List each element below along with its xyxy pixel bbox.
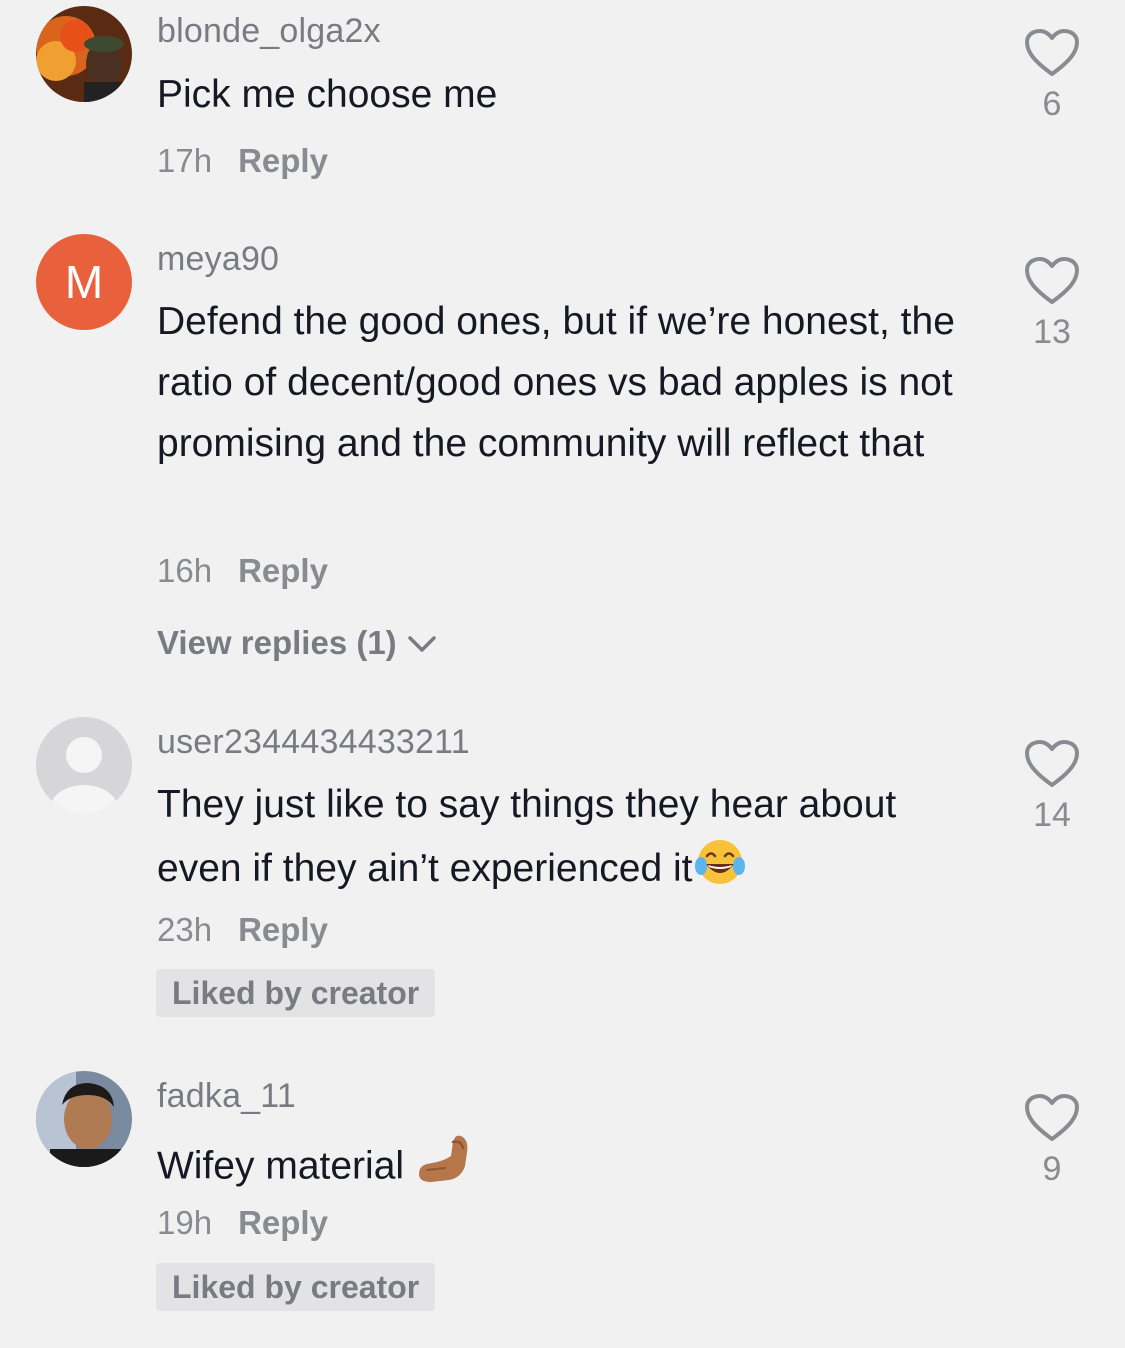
username[interactable]: fadka_11: [157, 1077, 296, 1116]
tears-of-joy-emoji-icon: [693, 836, 747, 905]
like-control[interactable]: 14: [1008, 739, 1096, 835]
username[interactable]: user2344434433211: [157, 723, 470, 762]
heart-icon[interactable]: [1024, 257, 1080, 310]
timestamp: 23h: [157, 911, 213, 948]
username[interactable]: blonde_olga2x: [157, 12, 381, 51]
comment-item: user2344434433211 They just like to say …: [0, 717, 1125, 1027]
view-replies-label: View replies (1): [157, 624, 397, 661]
avatar[interactable]: [36, 1071, 132, 1167]
timestamp: 17h: [157, 142, 213, 179]
avatar-initial: M: [64, 256, 104, 308]
comment-item: blonde_olga2x Pick me choose me 17h Repl…: [0, 6, 1125, 196]
view-replies-button[interactable]: View replies (1): [157, 624, 437, 662]
like-control[interactable]: 6: [1008, 28, 1096, 124]
username[interactable]: meya90: [157, 240, 279, 279]
timestamp: 16h: [157, 552, 213, 589]
reply-button[interactable]: Reply: [238, 1204, 328, 1242]
like-count: 9: [1042, 1150, 1062, 1188]
comment-text-body: They just like to say things they hear a…: [157, 783, 897, 890]
reply-button[interactable]: Reply: [238, 552, 328, 590]
chevron-down-icon: [407, 624, 437, 662]
comment-text: Wifey material: [157, 1130, 977, 1206]
avatar[interactable]: [36, 6, 132, 102]
default-user-icon: [36, 717, 132, 813]
avatar[interactable]: [36, 717, 132, 813]
avatar[interactable]: M: [36, 234, 132, 330]
comment-text: Defend the good ones, but if we’re hones…: [157, 300, 955, 465]
liked-by-creator-badge: Liked by creator: [156, 969, 436, 1017]
comment-meta: 19h Reply: [157, 1204, 328, 1242]
heart-icon[interactable]: [1024, 740, 1080, 793]
comment-text: They just like to say things they hear a…: [157, 773, 977, 905]
pinched-fingers-emoji-icon: [415, 1130, 471, 1206]
comment-meta: 16h Reply: [157, 552, 328, 590]
like-control[interactable]: 13: [1008, 256, 1096, 352]
like-count: 6: [1042, 85, 1062, 123]
comment-text-body: Wifey material: [157, 1144, 405, 1188]
heart-icon[interactable]: [1024, 29, 1080, 82]
reply-button[interactable]: Reply: [238, 142, 328, 180]
like-count: 14: [1033, 796, 1071, 834]
like-control[interactable]: 9: [1008, 1093, 1096, 1189]
reply-button[interactable]: Reply: [238, 911, 328, 949]
timestamp: 19h: [157, 1204, 213, 1241]
comment-item: M meya90 Defend the good ones, but if we…: [0, 234, 1125, 674]
comment-item: fadka_11 Wifey material 19h Reply Liked …: [0, 1071, 1125, 1321]
heart-icon[interactable]: [1024, 1094, 1080, 1147]
comment-text: Pick me choose me: [157, 73, 498, 116]
like-count: 13: [1033, 313, 1071, 351]
comment-meta: 23h Reply: [157, 911, 328, 949]
liked-by-creator-badge: Liked by creator: [156, 1263, 436, 1311]
comment-meta: 17h Reply: [157, 142, 328, 180]
